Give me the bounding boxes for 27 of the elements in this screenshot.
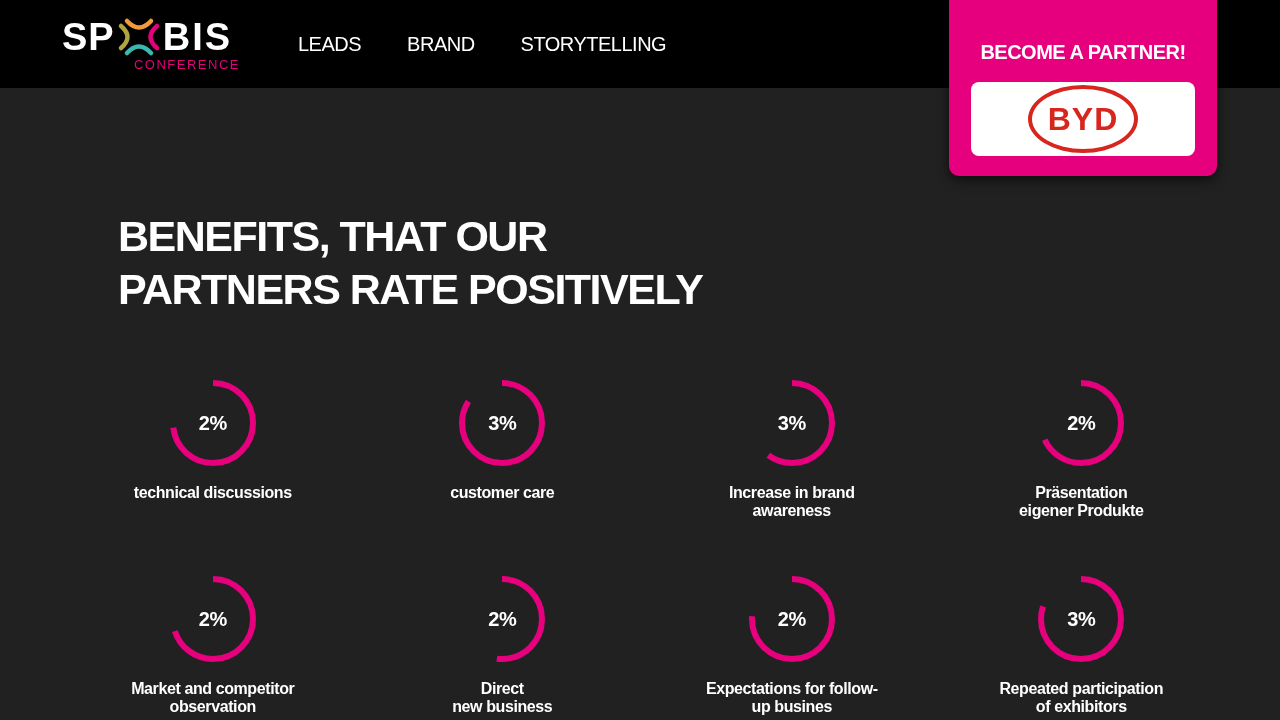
percent-value: 2% [1067,411,1096,435]
benefit-label: Repeated participation of exhibitors [999,680,1164,716]
benefit-label: technical discussions [133,484,292,502]
percent-value: 3% [777,411,806,435]
logo-mark-icon [116,16,161,57]
benefit-label: Expectations for follow- up busines [705,680,878,716]
logo-wordmark: SP [62,16,115,57]
percent-value: 2% [198,607,227,631]
percent-value: 3% [1067,607,1096,631]
logo-subtitle: CONFERENCE [134,57,240,72]
benefit-label: Präsentation eigener Produkte [1019,484,1144,520]
percent-value: 3% [488,411,517,435]
nav-link[interactable]: BRAND [407,32,475,56]
partner-logo: BYD [1028,85,1138,153]
nav-link[interactable]: STORYTELLING [520,32,667,56]
section-heading: BENEFITS, THAT OUR PARTNERS RATE POSITIVELY [118,211,703,315]
benefit-label: Direct new business [452,680,553,716]
benefit-label: customer care [450,484,555,502]
benefit-label: Increase in brand awareness [728,484,855,520]
percent-value: 2% [488,607,517,631]
percent-value: 2% [198,411,227,435]
nav-link[interactable]: LEADS [298,32,362,56]
percent-value: 2% [777,607,806,631]
partner-card[interactable]: BECOME A PARTNER! BYD [949,0,1217,176]
benefit-label: Market and competitor observation [131,680,295,716]
partner-title: BECOME A PARTNER! [980,40,1186,65]
logo-wordmark: BIS [162,16,233,57]
